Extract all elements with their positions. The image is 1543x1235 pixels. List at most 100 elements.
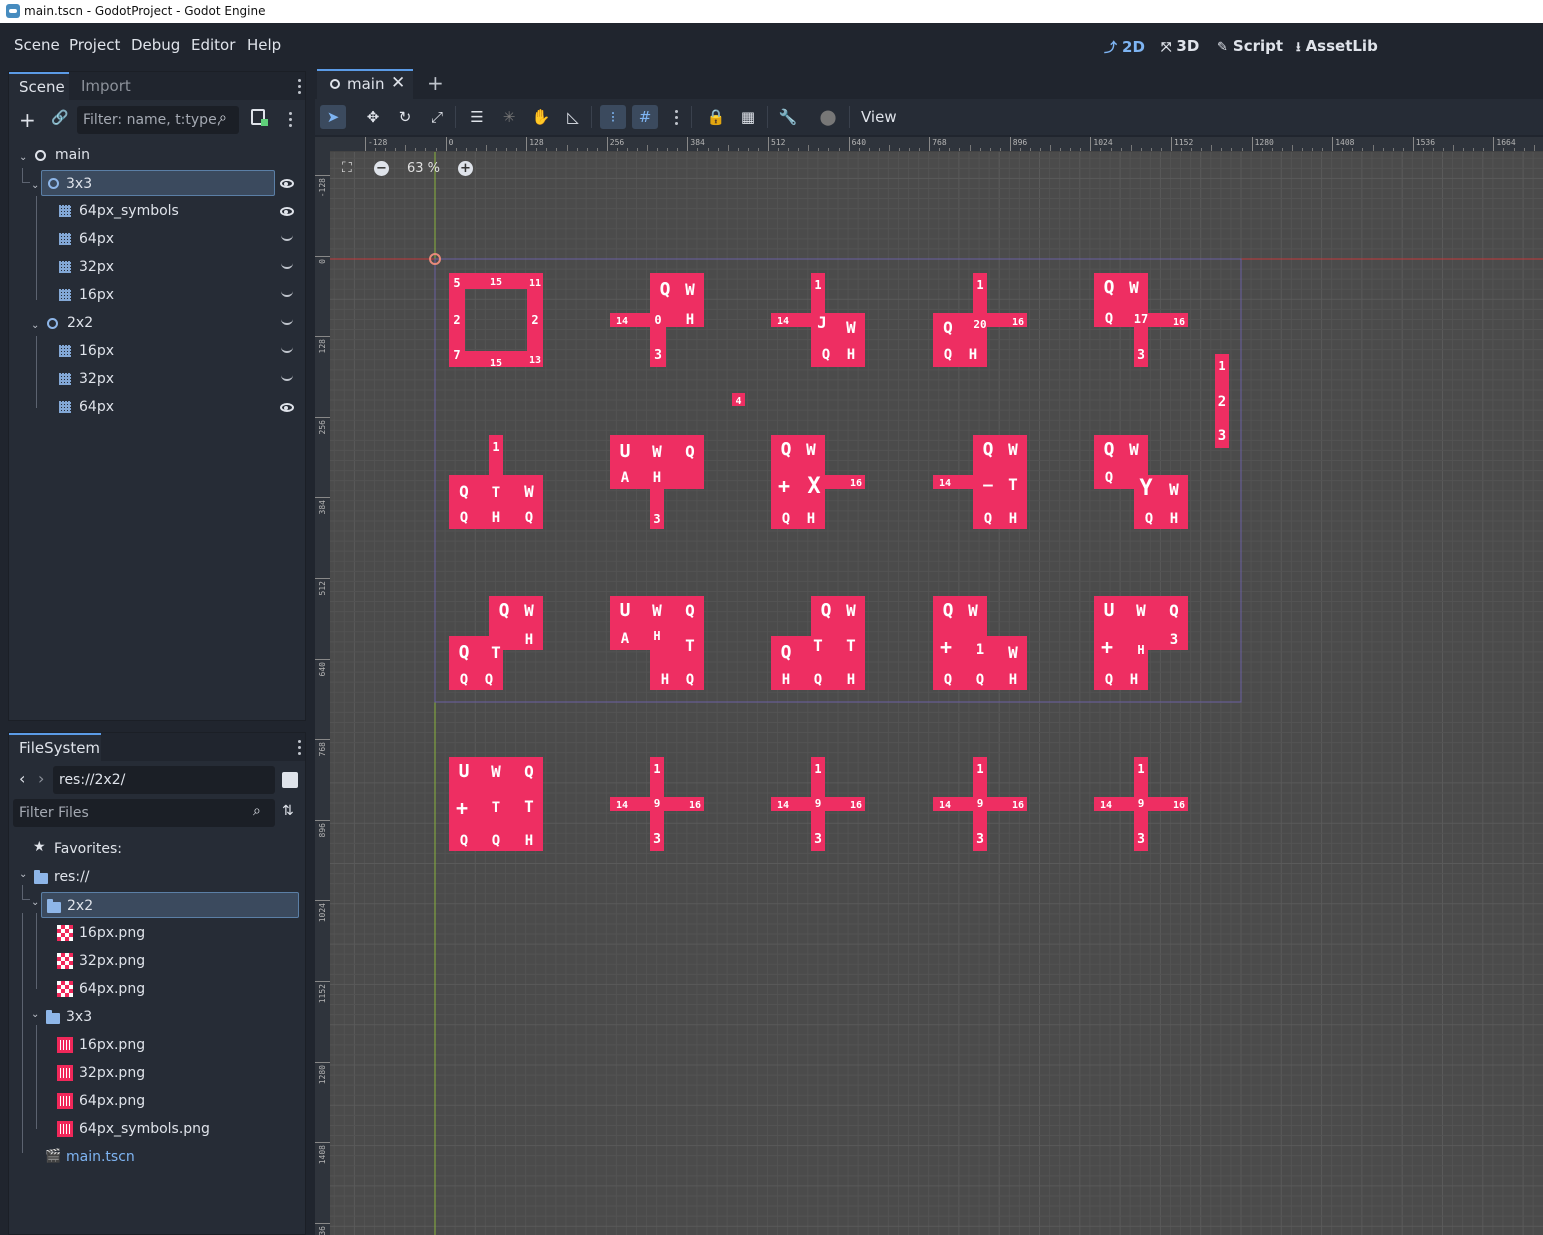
menu-scene[interactable]: Scene [14, 36, 60, 54]
grid-snap-icon[interactable]: # [632, 105, 658, 129]
list-selectable-icon[interactable]: ☰ [464, 105, 490, 129]
ruler-tick [445, 137, 447, 151]
menu-project[interactable]: Project [69, 36, 120, 54]
zoom-out-icon[interactable]: − [374, 161, 389, 176]
pivot-icon[interactable]: ✳ [496, 105, 522, 129]
fs-res-root[interactable]: res:// [54, 864, 90, 890]
star-icon: ★ [33, 839, 46, 855]
move-mode-icon[interactable]: ✥ [360, 105, 386, 129]
visibility-hidden-icon[interactable] [281, 291, 293, 297]
chevron-down-icon[interactable]: ⌄ [31, 897, 39, 908]
sort-icon[interactable]: ⇅ [282, 803, 294, 819]
tab-import[interactable]: Import [71, 72, 141, 100]
fs-file-64px-png[interactable]: 64px.png [79, 1088, 145, 1114]
lock-icon[interactable]: 🔒 [703, 105, 729, 129]
tree-guide [36, 1025, 37, 1129]
search-icon: ⌕ [219, 110, 227, 126]
tile-glyph: 14 [777, 800, 789, 811]
visibility-eye-icon[interactable] [280, 179, 294, 188]
menu-debug[interactable]: Debug [131, 36, 180, 54]
tree-node-16px[interactable]: 16px [79, 282, 114, 308]
workspace-2d-button[interactable]: ⤴ 2D [1104, 37, 1145, 56]
tile-glyph: Q [525, 510, 533, 526]
scale-mode-icon[interactable]: ⤢ [424, 105, 450, 129]
camera-icon[interactable]: ⬤ [815, 105, 841, 129]
fs-folder-3x3[interactable]: 3x3 [66, 1004, 92, 1030]
tile-glyph: 4 [735, 396, 741, 407]
fs-file-32px-png[interactable]: 32px.png [79, 1060, 145, 1086]
filter-files-input[interactable]: Filter Files [13, 799, 275, 827]
tree-node-64px-symbols[interactable]: 64px_symbols [79, 198, 179, 224]
tree-node-main[interactable]: main [55, 142, 90, 168]
scene-options-icon[interactable] [289, 112, 292, 130]
chevron-down-icon[interactable]: ⌄ [19, 869, 27, 880]
fs-file-32px-png[interactable]: 32px.png [79, 948, 145, 974]
tile-glyph: 16 [689, 800, 701, 811]
fs-file-64px-png[interactable]: 64px.png [79, 976, 145, 1002]
fs-file-64px-symbols-png[interactable]: 64px_symbols.png [79, 1116, 210, 1142]
tree-node-32px[interactable]: 32px [79, 254, 114, 280]
chevron-down-icon[interactable]: ⌄ [31, 320, 39, 331]
tab-scene[interactable]: Scene [9, 72, 69, 100]
visibility-hidden-icon[interactable] [281, 235, 293, 241]
path-input[interactable]: res://2x2/ [53, 766, 275, 794]
menu-help[interactable]: Help [247, 36, 281, 54]
tree-node-64px[interactable]: 64px [79, 394, 114, 420]
fs-file-main-tscn[interactable]: main.tscn [66, 1144, 135, 1170]
tree-node-3x3[interactable]: 3x3 [41, 170, 275, 196]
skeleton-icon[interactable]: 🔧 [775, 105, 801, 129]
rotate-mode-icon[interactable]: ↻ [392, 105, 418, 129]
visibility-hidden-icon[interactable] [281, 319, 293, 325]
visibility-hidden-icon[interactable] [281, 347, 293, 353]
ruler-minor-tick [1453, 145, 1455, 151]
scene-filter-input[interactable]: Filter: name, t:type, [77, 106, 239, 134]
pan-mode-icon[interactable]: ✋ [528, 105, 554, 129]
snap-options-icon[interactable] [675, 110, 678, 128]
tab-filesystem[interactable]: FileSystem [9, 733, 101, 761]
menu-editor[interactable]: Editor [191, 36, 235, 54]
link-icon[interactable]: 🔗 [51, 110, 68, 126]
zoom-in-icon[interactable]: + [458, 161, 473, 176]
center-view-icon[interactable]: ⛶ [342, 160, 352, 176]
tree-node-2x2[interactable]: 2x2 [67, 310, 93, 336]
toolbar-separator [691, 106, 692, 128]
ruler-mode-icon[interactable]: ◺ [560, 105, 586, 129]
zoom-level[interactable]: 63 % [407, 161, 440, 176]
add-node-icon[interactable]: + [19, 108, 36, 132]
fs-file-16px-png[interactable]: 16px.png [79, 920, 145, 946]
scene-dock-tabs: Scene Import [9, 72, 305, 100]
workspace-assetlib-button[interactable]: ⭳ AssetLib [1296, 37, 1378, 60]
workspace-script-button[interactable]: ✎ Script [1217, 37, 1283, 55]
workspace-3d-button[interactable]: ⤧ 3D [1161, 37, 1199, 55]
new-tab-icon[interactable]: + [427, 71, 444, 95]
tree-node-64px[interactable]: 64px [79, 226, 114, 252]
visibility-eye-icon[interactable] [280, 403, 294, 412]
fs-file-16px-png[interactable]: 16px.png [79, 1032, 145, 1058]
canvas-viewport[interactable]: 5 15 11 2 2 7 15 13 Q W 14 0 H 3 1 14 J W Q H 1 Q 20 16 Q H Q W Q 17 1… [330, 152, 1543, 1235]
tree-node-16px[interactable]: 16px [79, 338, 114, 364]
visibility-eye-icon[interactable] [280, 207, 294, 216]
toggle-split-icon[interactable] [282, 772, 298, 788]
fs-folder-2x2[interactable]: 2x2 [41, 892, 299, 918]
ruler-label: 256 [318, 419, 327, 435]
chevron-down-icon[interactable]: ⌄ [31, 180, 39, 191]
visibility-hidden-icon[interactable] [281, 375, 293, 381]
visibility-hidden-icon[interactable] [281, 263, 293, 269]
ruler-label: 0 [318, 258, 327, 264]
dock-menu-icon[interactable] [298, 79, 301, 97]
smart-snap-icon[interactable]: ⁝ [600, 105, 626, 129]
group-icon[interactable]: ▦ [735, 105, 761, 129]
tile-glyph: 3 [1137, 348, 1145, 363]
back-icon[interactable]: ‹ [19, 769, 25, 788]
chevron-down-icon[interactable]: ⌄ [19, 152, 27, 163]
dock-menu-icon[interactable] [298, 740, 301, 758]
tab-main[interactable]: main ✕ [317, 69, 413, 99]
tile-cell [650, 636, 704, 690]
chevron-down-icon[interactable]: ⌄ [31, 1009, 39, 1020]
view-menu[interactable]: View [861, 108, 897, 126]
select-mode-icon[interactable]: ➤ [320, 105, 346, 129]
tile-glyph: 9 [654, 797, 661, 810]
tree-node-32px[interactable]: 32px [79, 366, 114, 392]
close-tab-icon[interactable]: ✕ [391, 73, 405, 93]
forward-icon[interactable]: › [38, 769, 44, 788]
